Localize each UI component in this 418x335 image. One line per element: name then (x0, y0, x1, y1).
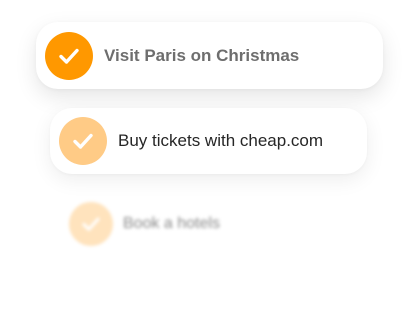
checkmark-icon[interactable] (69, 202, 113, 246)
task-label: Visit Paris on Christmas (104, 45, 300, 65)
task-card-buy-tickets[interactable]: Buy tickets with cheap.com (50, 108, 367, 174)
task-card-book-hotels[interactable]: Book a hotels (60, 193, 300, 255)
task-label: Book a hotels (123, 215, 220, 232)
checkmark-icon[interactable] (59, 117, 107, 165)
task-card-visit-paris[interactable]: Visit Paris on Christmas (36, 22, 383, 89)
task-label: Buy tickets with cheap.com (118, 131, 324, 150)
checkmark-icon[interactable] (45, 31, 93, 80)
